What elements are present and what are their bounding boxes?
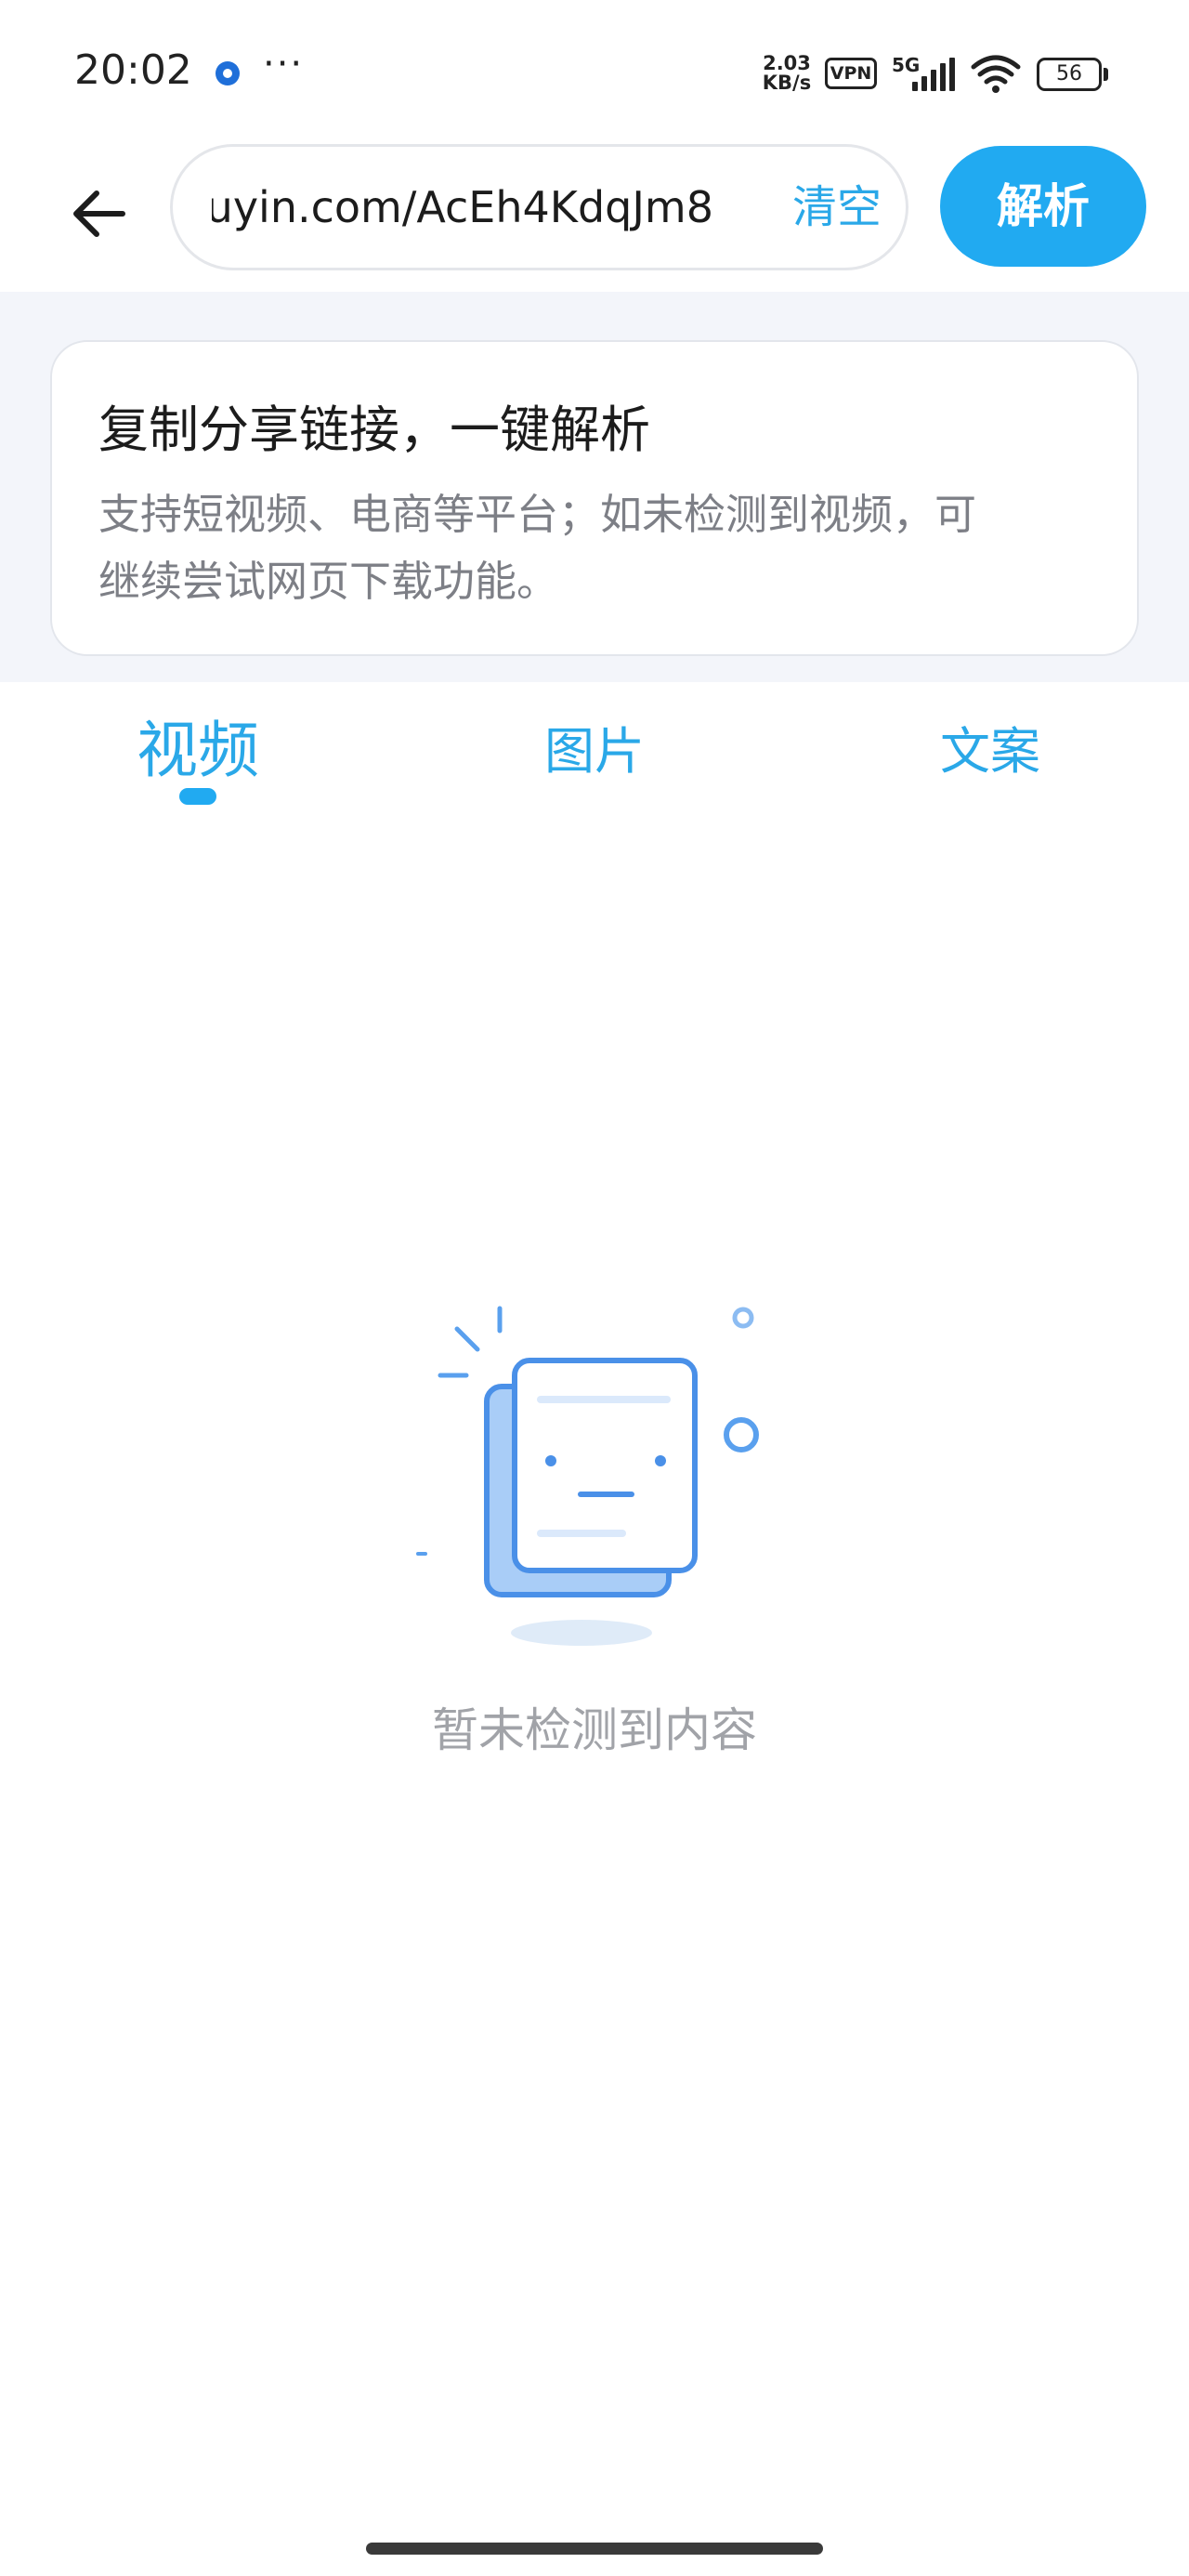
home-indicator[interactable] xyxy=(366,2543,823,2555)
info-description: 支持短视频、电商等平台；如未检测到视频，可 继续尝试网页下载功能。 xyxy=(98,481,1102,615)
empty-document-icon xyxy=(416,1306,759,1646)
back-arrow-icon[interactable] xyxy=(65,177,139,251)
info-title: 复制分享链接，一键解析 xyxy=(98,401,650,459)
tab-video[interactable]: 视频 xyxy=(86,701,309,790)
battery-icon: 56 xyxy=(1037,58,1111,91)
signal-icon xyxy=(912,58,955,91)
battery-level: 56 xyxy=(1037,58,1102,91)
empty-state-message: 暂未检测到内容 xyxy=(432,1703,757,1757)
net-speed-unit: KB/s xyxy=(762,72,812,94)
status-time: 20:02 xyxy=(74,46,192,94)
wifi-icon xyxy=(971,55,1021,93)
tab-image[interactable]: 图片 xyxy=(483,710,706,783)
tab-copywriting[interactable]: 文案 xyxy=(879,710,1102,783)
status-bar: 20:02 ··· 2.03 KB/s VPN 5G 56 xyxy=(0,0,1189,139)
net-speed: 2.03 KB/s xyxy=(759,54,815,93)
net-speed-value: 2.03 xyxy=(763,52,811,74)
more-icon: ··· xyxy=(263,43,305,85)
battery-tip xyxy=(1104,68,1108,81)
info-card: 复制分享链接，一键解析 支持短视频、电商等平台；如未检测到视频，可 继续尝试网页… xyxy=(50,340,1139,656)
header: douyin.com/AcEh4KdqJm8/ 清空 解析 xyxy=(0,139,1189,292)
url-input[interactable]: douyin.com/AcEh4KdqJm8/ 清空 xyxy=(170,144,908,270)
url-input-value[interactable]: douyin.com/AcEh4KdqJm8/ xyxy=(212,147,713,268)
info-description-line2: 继续尝试网页下载功能。 xyxy=(98,557,559,606)
clear-button[interactable]: 清空 xyxy=(792,147,882,268)
parse-button[interactable]: 解析 xyxy=(940,146,1146,267)
app-notification-icon xyxy=(216,61,240,85)
info-description-line1: 支持短视频、电商等平台；如未检测到视频，可 xyxy=(98,490,977,539)
info-section: 复制分享链接，一键解析 支持短视频、电商等平台；如未检测到视频，可 继续尝试网页… xyxy=(0,292,1189,682)
tab-bar: 视频 图片 文案 xyxy=(0,682,1189,812)
vpn-badge: VPN xyxy=(825,58,877,89)
tab-active-indicator xyxy=(179,788,216,805)
